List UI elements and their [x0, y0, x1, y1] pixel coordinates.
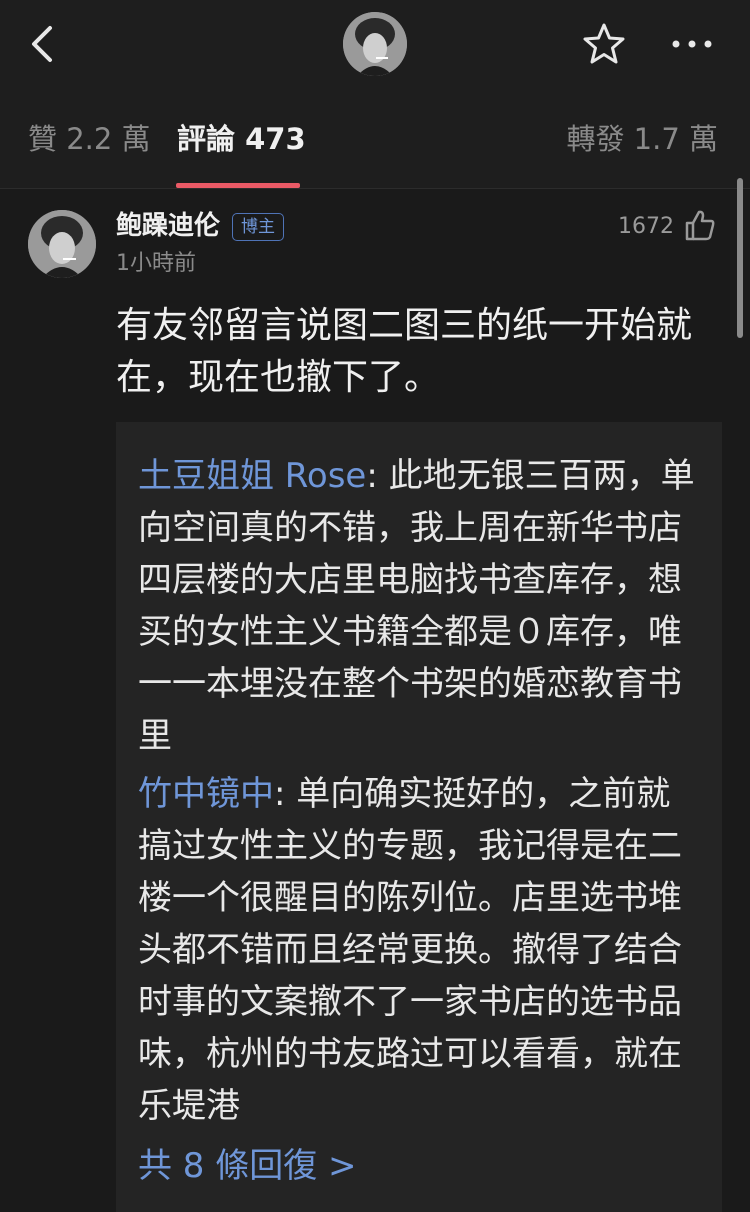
- commenter-avatar[interactable]: [28, 210, 96, 278]
- view-more-replies-link[interactable]: 共 8 條回復 >: [138, 1140, 357, 1192]
- tab-comments[interactable]: 評論 473: [177, 122, 306, 156]
- reply-item: 土豆姐姐 Rose: 此地无银三百两，单向空间真的不错，我上周在新华书店四层楼的…: [138, 450, 698, 762]
- star-icon[interactable]: [582, 22, 626, 66]
- tab-likes[interactable]: 贊 2.2 萬: [28, 122, 151, 156]
- reply-text: : 单向确实挺好的，之前就搞过女性主义的专题，我记得是在二楼一个很醒目的陈列位。…: [138, 774, 682, 1126]
- reply-text: : 此地无银三百两，单向空间真的不错，我上周在新华书店四层楼的大店里电脑找书查库…: [138, 456, 695, 756]
- reply-author[interactable]: 竹中镜中: [138, 774, 274, 814]
- scrollbar[interactable]: [737, 178, 743, 338]
- interaction-tabs: 贊 2.2 萬 評論 473 轉發 1.7 萬: [0, 88, 750, 189]
- author-badge: 博主: [232, 213, 284, 241]
- comment-text: 有友邻留言说图二图三的纸一开始就在，现在也撤下了。: [116, 305, 693, 398]
- active-tab-indicator: [176, 183, 300, 188]
- tab-reposts[interactable]: 轉發 1.7 萬: [566, 122, 718, 156]
- more-horizontal-icon[interactable]: [668, 30, 716, 58]
- thumbs-up-icon[interactable]: [684, 208, 716, 242]
- comment-like-count: 1672: [618, 214, 674, 239]
- reply-item: 竹中镜中: 单向确实挺好的，之前就搞过女性主义的专题，我记得是在二楼一个很醒目的…: [138, 768, 698, 1132]
- replies-preview[interactable]: 土豆姐姐 Rose: 此地无银三百两，单向空间真的不错，我上周在新华书店四层楼的…: [116, 422, 722, 1212]
- top-navigation-bar: [0, 0, 750, 89]
- comment-timestamp: 1小時前: [116, 251, 196, 276]
- commenter-username[interactable]: 鲍躁迪伦: [116, 210, 220, 242]
- chevron-left-icon[interactable]: [26, 22, 58, 66]
- reply-author[interactable]: 土豆姐姐 Rose: [138, 456, 366, 496]
- user-avatar[interactable]: [343, 12, 407, 76]
